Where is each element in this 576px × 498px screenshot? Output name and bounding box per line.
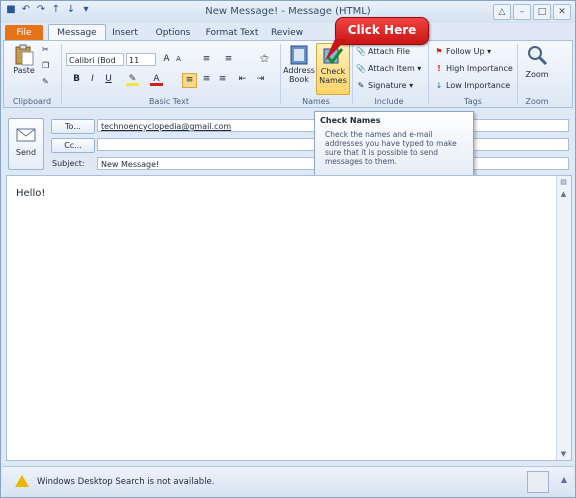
vertical-scrollbar[interactable]: ▤ ▲ ▼ (556, 176, 571, 460)
window-controls: △ – □ ✕ (493, 4, 571, 20)
divider (352, 44, 353, 104)
clear-formatting-icon[interactable]: ⚝ (258, 53, 271, 66)
address-book-label-2: Book (289, 75, 309, 84)
cut-icon[interactable]: ✂ (42, 45, 49, 54)
scroll-up-icon[interactable]: ▲ (559, 190, 568, 198)
zoom-label: Zoom (525, 70, 549, 79)
high-importance-button[interactable]: ! High Importance (434, 64, 513, 73)
minimize-icon[interactable]: – (513, 4, 531, 20)
body-text[interactable]: Hello! (16, 188, 45, 199)
low-importance-button[interactable]: ↓ Low Importance (434, 81, 511, 90)
expand-icon[interactable]: ▲ (561, 475, 567, 484)
follow-up-label: Follow Up (446, 47, 485, 56)
message-body[interactable]: Hello! ▤ ▲ ▼ (6, 175, 572, 461)
italic-button[interactable]: I (86, 73, 99, 86)
increase-indent-icon[interactable]: ⇥ (254, 73, 267, 86)
align-right-icon[interactable]: ≡ (216, 73, 229, 86)
signature-button[interactable]: ✎ Signature ▾ (356, 81, 414, 90)
follow-up-button[interactable]: ⚑ Follow Up ▾ (434, 47, 491, 56)
attach-item-icon: 📎 (356, 64, 366, 73)
include-group-label: Include (374, 97, 404, 106)
clipboard-icon (15, 44, 34, 66)
tab-options[interactable]: Options (151, 25, 195, 41)
font-color-icon[interactable]: A (150, 73, 163, 86)
attach-item-label: Attach Item (368, 64, 415, 73)
callout-pointer (325, 39, 347, 61)
divider (61, 44, 62, 104)
status-text: Windows Desktop Search is not available. (37, 477, 215, 487)
warning-icon (15, 475, 29, 487)
address-book-label: Address (283, 66, 315, 75)
send-button[interactable]: Send (8, 118, 44, 170)
to-button[interactable]: To... (51, 119, 95, 134)
tab-format-text[interactable]: Format Text (203, 25, 261, 41)
divider (428, 44, 429, 104)
check-names-tooltip: Check Names Check the names and e-mail a… (314, 111, 474, 179)
high-importance-label: High Importance (446, 64, 513, 73)
tags-group-label: Tags (464, 97, 482, 106)
attach-file-label: Attach File (368, 47, 410, 56)
help-icon[interactable]: △ (493, 4, 511, 20)
basic-text-group-label: Basic Text (149, 97, 189, 106)
check-names-label-2: Names (319, 76, 347, 85)
flag-icon: ⚑ (435, 47, 443, 56)
ruler-icon[interactable]: ▤ (559, 178, 568, 186)
format-painter-icon[interactable]: ✎ (42, 77, 49, 86)
magnifier-icon (528, 46, 548, 66)
scroll-down-icon[interactable]: ▼ (559, 450, 568, 458)
align-left-icon[interactable]: ≡ (182, 73, 197, 88)
title-bar: ■ ↶ ↷ ↑ ↓ ▾ New Message! - Message (HTML… (1, 1, 575, 23)
tab-file[interactable]: File (5, 25, 43, 41)
attach-file-button[interactable]: 📎 Attach File (356, 47, 410, 56)
zoom-button[interactable]: Zoom (522, 44, 552, 79)
signature-icon: ✎ (357, 81, 365, 90)
highlight-icon[interactable]: ✎ (126, 73, 139, 86)
signature-label: Signature (368, 81, 407, 90)
low-importance-label: Low Importance (446, 81, 511, 90)
names-group-label: Names (302, 97, 330, 106)
font-size-combo[interactable]: 11 (126, 53, 156, 66)
address-book-icon (290, 45, 308, 65)
close-icon[interactable]: ✕ (553, 4, 571, 20)
divider (280, 44, 281, 104)
send-envelope-icon (16, 128, 36, 142)
shrink-font-icon[interactable]: A (172, 53, 185, 66)
maximize-icon[interactable]: □ (533, 4, 551, 20)
tooltip-title: Check Names (320, 116, 381, 125)
copy-icon[interactable]: ❐ (42, 61, 49, 70)
check-names-label: Check (320, 67, 346, 76)
font-name-combo[interactable]: Calibri (Bod (66, 53, 124, 66)
paste-button[interactable]: Paste (10, 44, 38, 75)
ribbon: Paste ✂ ❐ ✎ Clipboard Calibri (Bod 11 A … (3, 40, 573, 108)
bold-button[interactable]: B (70, 73, 83, 86)
attach-item-button[interactable]: 📎 Attach Item ▾ (356, 64, 421, 73)
people-pane-bar: Windows Desktop Search is not available.… (3, 466, 573, 497)
paste-label: Paste (13, 66, 35, 75)
outlook-message-window: ■ ↶ ↷ ↑ ↓ ▾ New Message! - Message (HTML… (0, 0, 576, 498)
divider (517, 44, 518, 104)
align-center-icon[interactable]: ≡ (200, 73, 213, 86)
underline-button[interactable]: U (102, 73, 115, 86)
low-importance-icon: ↓ (435, 81, 443, 90)
bullets-icon[interactable]: ≡ (200, 53, 213, 66)
decrease-indent-icon[interactable]: ⇤ (236, 73, 249, 86)
tooltip-body: Check the names and e-mail addresses you… (325, 130, 457, 166)
tab-review[interactable]: Review (267, 25, 307, 41)
subject-label: Subject: (52, 159, 85, 168)
avatar[interactable] (527, 471, 549, 493)
high-importance-icon: ! (437, 64, 441, 73)
message-header: Send To... technoencyclopedia@gmail.com … (3, 109, 573, 175)
ribbon-tabs: File Message Insert Options Format Text … (1, 23, 575, 42)
numbering-icon[interactable]: ≡ (222, 53, 235, 66)
clipboard-group-label: Clipboard (12, 97, 52, 106)
window-title: New Message! - Message (HTML) (205, 6, 371, 17)
paperclip-icon: 📎 (356, 47, 366, 56)
send-label: Send (15, 148, 37, 157)
zoom-group-label: Zoom (525, 97, 549, 106)
tab-insert[interactable]: Insert (109, 25, 141, 41)
cc-button[interactable]: Cc... (51, 138, 95, 153)
address-book-button[interactable]: Address Book (283, 44, 315, 84)
